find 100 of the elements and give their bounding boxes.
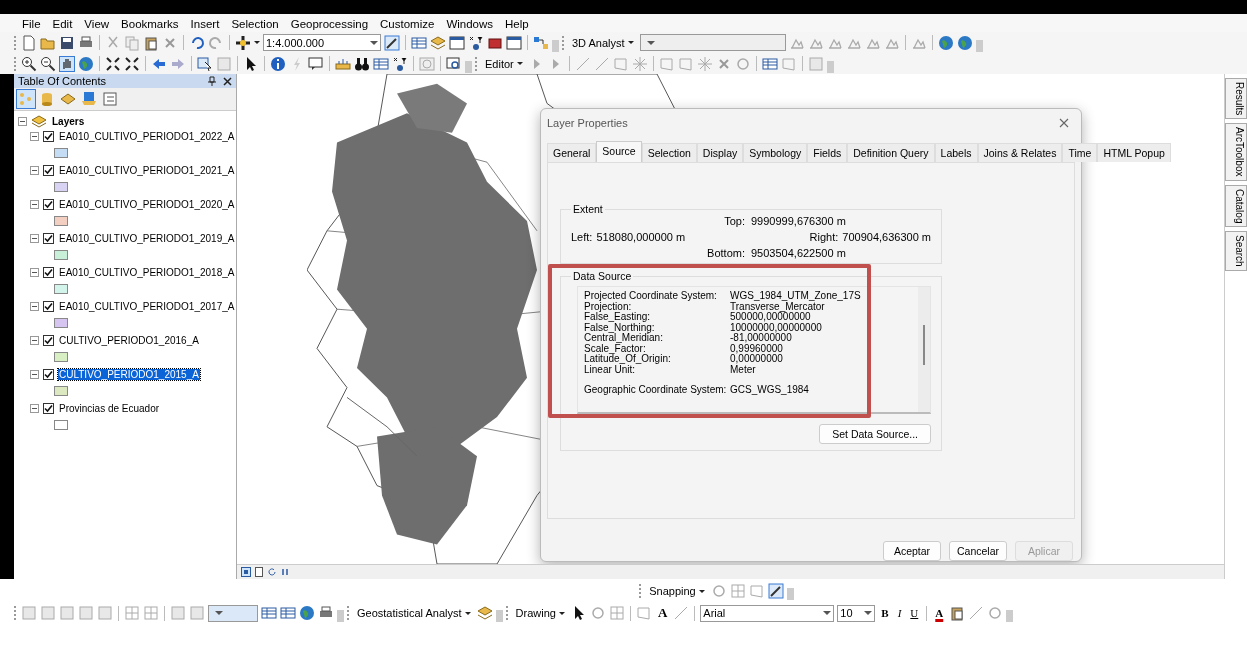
toolbar-options-icon[interactable] [1006,610,1014,622]
toolbar-options-icon[interactable] [495,610,503,622]
menu-item[interactable]: Bookmarks [121,18,179,30]
layer-symbol-swatch[interactable] [54,386,68,396]
layer-checkbox[interactable] [43,199,54,210]
font-dropdown[interactable]: Arial [700,604,835,622]
toolbar-grip-icon[interactable] [639,584,644,598]
layer-name[interactable]: EA010_CULTIVO_PERIODO1_2020_A [58,199,236,210]
table-icon[interactable] [411,34,427,51]
polygon-icon[interactable] [677,55,694,72]
snapping-menu[interactable]: Snapping [646,585,708,597]
collapse-toggle[interactable] [30,200,39,209]
layer-name[interactable]: Provincias de Ecuador [58,403,161,414]
toolbar-grip-icon[interactable] [14,35,18,50]
line-icon[interactable] [673,605,690,621]
menu-item[interactable]: Windows [446,18,494,30]
data-view-icon[interactable] [241,567,251,577]
collapse-toggle[interactable] [30,370,39,379]
underline-button[interactable]: U [907,607,922,619]
add-data-icon[interactable] [235,34,251,51]
circle-icon[interactable] [734,55,751,72]
globe-icon[interactable] [299,605,315,621]
collapse-toggle[interactable] [30,234,39,243]
dialog-tab[interactable]: HTML Popup [1097,143,1171,162]
toolbar-grip-icon[interactable] [562,35,566,50]
layer-checkbox[interactable] [43,403,54,414]
layer-name[interactable]: EA010_CULTIVO_PERIODO1_2019_A [58,233,236,244]
grid-icon[interactable] [608,605,625,621]
refresh-icon[interactable] [267,567,277,577]
layer-dropdown[interactable] [639,34,786,51]
drawing-menu[interactable]: Drawing [512,607,568,619]
blank-icon[interactable] [40,605,56,621]
collapse-toggle[interactable] [30,132,39,141]
side-panel-tab[interactable]: Catalog [1225,184,1247,228]
layer-symbol-swatch[interactable] [54,318,68,328]
toolbar-grip-icon[interactable] [14,606,18,620]
info-icon[interactable] [270,55,286,72]
table-icon[interactable] [761,55,778,72]
layer-name[interactable]: EA010_CULTIVO_PERIODO1_2021_A [58,165,236,176]
menu-item[interactable]: Geoprocessing [290,18,369,30]
dialog-tab[interactable]: Definition Query [847,143,935,162]
options-list-icon[interactable] [101,90,119,108]
side-panel-tab[interactable]: ArcToolbox [1225,123,1247,181]
star-icon[interactable] [631,55,648,72]
blank-icon[interactable] [189,605,205,621]
cross-icon[interactable] [696,55,713,72]
collapse-toggle[interactable] [30,404,39,413]
edit-vertex-icon[interactable] [767,583,784,599]
polygon-icon[interactable] [635,605,652,621]
collapse-toggle[interactable] [30,268,39,277]
menu-item[interactable]: Help [505,18,529,30]
dialog-tab[interactable]: Source [596,141,642,162]
layers-icon[interactable] [430,34,446,51]
hand-icon[interactable] [59,55,75,72]
collapse-toggle[interactable] [18,117,27,126]
dialog-tab[interactable]: Selection [641,143,697,162]
xy-icon[interactable] [468,34,484,51]
collapse-toggle[interactable] [30,336,39,345]
menu-item[interactable]: File [22,18,41,30]
close-icon[interactable] [223,76,232,86]
layers-icon[interactable] [476,605,493,621]
layer-name[interactable]: EA010_CULTIVO_PERIODO1_2017_A [58,301,236,312]
grid-icon[interactable] [124,605,140,621]
font-color-button[interactable]: A [932,607,947,619]
dialog-tab[interactable]: Display [696,143,744,162]
layer-symbol-swatch[interactable] [54,216,68,226]
layer-name[interactable]: CULTIVO_PERIODO1_2015_A [58,369,200,380]
layer-name[interactable]: EA010_CULTIVO_PERIODO1_2018_A [58,267,236,278]
toolbar-grip-icon[interactable] [505,606,510,620]
nodes-icon[interactable] [533,34,549,51]
toolbar-grip-icon[interactable] [347,606,351,620]
table-icon[interactable] [373,55,389,72]
expand-icon[interactable] [124,55,140,72]
select-frame-icon[interactable] [197,55,213,72]
paste-icon[interactable] [949,605,966,621]
layer-name[interactable]: EA010_CULTIVO_PERIODO1_2022_A [58,131,236,142]
layer-group-label[interactable]: Layers [51,116,86,127]
popup-icon[interactable] [308,55,324,72]
scale-dropdown[interactable]: 1:4.000.000 [263,34,381,51]
polygon-icon[interactable] [780,55,797,72]
text-tool[interactable]: A [654,605,671,621]
menu-item[interactable]: Edit [52,18,73,30]
blank-icon[interactable] [170,605,186,621]
set-data-source-button[interactable]: Set Data Source... [819,424,931,444]
layer-checkbox[interactable] [43,267,54,278]
dialog-tab[interactable]: Joins & Relates [977,143,1063,162]
blank-icon[interactable] [78,605,94,621]
menu-item[interactable]: Selection [231,18,279,30]
collapse-toggle[interactable] [30,166,39,175]
blank-icon[interactable] [21,605,37,621]
dialog-button[interactable]: Cancelar [949,541,1007,561]
zoom-in-icon[interactable] [21,55,37,72]
paste-icon[interactable] [143,34,159,51]
blank-icon[interactable] [59,605,75,621]
globe-icon[interactable] [937,34,954,51]
console-icon[interactable] [506,34,522,51]
polygon-icon[interactable] [612,55,629,72]
dialog-tab[interactable]: Fields [807,143,848,162]
line-icon[interactable] [593,55,610,72]
side-panel-tab[interactable]: Search [1225,231,1247,271]
